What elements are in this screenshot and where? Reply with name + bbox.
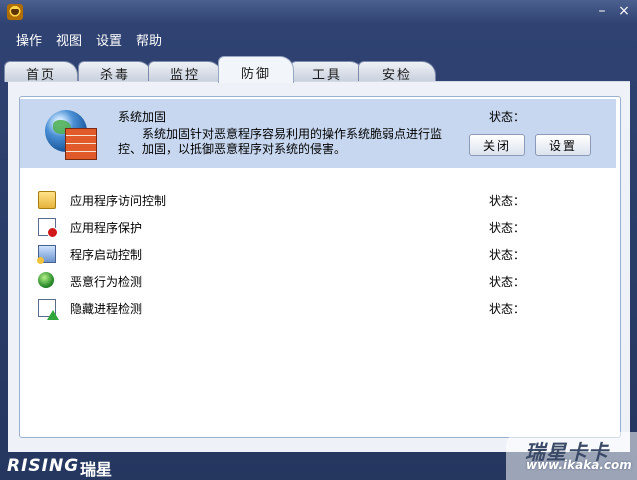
menu-operate[interactable]: 操作 bbox=[16, 30, 42, 49]
tab-antivirus[interactable]: 杀毒 bbox=[78, 61, 152, 83]
status-label: 状态： bbox=[489, 110, 526, 124]
status-label: 状态： bbox=[489, 275, 526, 289]
hardening-settings-button[interactable]: 设置 bbox=[535, 134, 591, 156]
defense-panel: 系统加固 系统加固针对恶意程序容易利用的操作系统脆弱点进行监控、加固，以抵御恶意… bbox=[19, 96, 621, 438]
list-item-startup-control[interactable]: 程序启动控制 状态： bbox=[37, 242, 598, 264]
firewall-icon bbox=[65, 128, 97, 160]
status-label: 状态： bbox=[489, 221, 526, 235]
status-label: 状态： bbox=[489, 302, 526, 316]
tab-content: 系统加固 系统加固针对恶意程序容易利用的操作系统脆弱点进行监控、加固，以抵御恶意… bbox=[8, 81, 630, 452]
system-hardening-section[interactable]: 系统加固 系统加固针对恶意程序容易利用的操作系统脆弱点进行监控、加固，以抵御恶意… bbox=[20, 99, 616, 168]
folder-lock-icon bbox=[38, 191, 56, 209]
list-item-app-access-control[interactable]: 应用程序访问控制 状态： bbox=[38, 188, 598, 210]
menu-bar: 操作 视图 设置 帮助 bbox=[0, 26, 637, 52]
tab-bar: 首页 杀毒 监控 防御 工具 安检 bbox=[0, 56, 637, 83]
startup-control-icon bbox=[37, 245, 56, 264]
tab-defense[interactable]: 防御 bbox=[218, 56, 294, 83]
tab-tools[interactable]: 工具 bbox=[290, 61, 364, 83]
system-hardening-title: 系统加固 bbox=[118, 110, 167, 124]
status-label: 状态： bbox=[489, 194, 526, 208]
title-bar: – × bbox=[0, 0, 637, 24]
rising-logo-cn: 瑞星 bbox=[80, 460, 113, 479]
minimize-button[interactable]: – bbox=[593, 2, 611, 20]
system-hardening-description: 系统加固针对恶意程序容易利用的操作系统脆弱点进行监控、加固，以抵御恶意程序对系统… bbox=[118, 127, 443, 156]
behavior-detect-icon bbox=[38, 272, 54, 288]
tab-security-check[interactable]: 安检 bbox=[358, 61, 436, 83]
status-label: 状态： bbox=[489, 248, 526, 262]
item-label: 应用程序访问控制 bbox=[70, 194, 167, 208]
tab-label: 防御 bbox=[240, 67, 271, 82]
rising-logo-text: RISING bbox=[7, 456, 80, 476]
tab-monitor[interactable]: 监控 bbox=[148, 61, 222, 83]
app-protect-icon bbox=[38, 218, 58, 238]
item-label: 恶意行为检测 bbox=[70, 275, 143, 289]
list-item-behavior-detection[interactable]: 恶意行为检测 状态： bbox=[38, 269, 598, 291]
tab-home[interactable]: 首页 bbox=[4, 61, 78, 83]
list-item-hidden-process[interactable]: 隐藏进程检测 状态： bbox=[38, 296, 598, 320]
close-hardening-button[interactable]: 关闭 bbox=[469, 134, 525, 156]
item-label: 隐藏进程检测 bbox=[70, 302, 143, 316]
menu-help[interactable]: 帮助 bbox=[136, 30, 162, 49]
rising-lion-icon[interactable] bbox=[7, 4, 23, 20]
globe-firewall-icon bbox=[45, 110, 101, 166]
list-item-app-protection[interactable]: 应用程序保护 状态： bbox=[38, 215, 598, 238]
menu-view[interactable]: 视图 bbox=[56, 30, 82, 49]
app-window: – × 操作 视图 设置 帮助 首页 杀毒 监控 防御 工具 安检 系统加固 系… bbox=[0, 0, 637, 480]
hidden-process-icon bbox=[38, 299, 59, 320]
watermark-url: www.ikaka.com bbox=[526, 458, 632, 472]
item-label: 应用程序保护 bbox=[70, 221, 143, 235]
item-label: 程序启动控制 bbox=[70, 248, 143, 262]
close-window-button[interactable]: × bbox=[615, 2, 633, 20]
menu-settings[interactable]: 设置 bbox=[96, 30, 122, 49]
